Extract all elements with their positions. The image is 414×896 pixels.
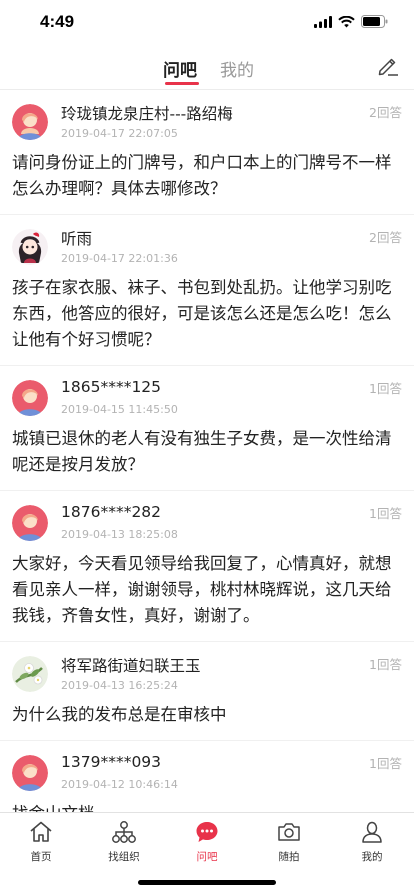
question-text[interactable]: 请问身份证上的门牌号，和户口本上的门牌号不一样怎么办理啊？具体去哪修改？ [12,150,402,202]
question-item[interactable]: 将军路街道妇联王玉 2019-04-13 16:25:24 1回答 为什么我的发… [0,642,414,741]
question-text[interactable]: 大家好，今天看见领导给我回复了，心情真好，就想看见亲人一样，谢谢领导，桃村林晓辉… [12,551,402,629]
author-name: 1379****093 [61,753,162,771]
post-time: 2019-04-13 16:25:24 [61,679,178,692]
status-bar: 4:49 [0,0,414,44]
nav-qa-label: 问吧 [196,851,218,863]
author-name: 1876****282 [61,503,162,521]
question-text[interactable]: 为什么我的发布总是在审核中 [12,702,402,728]
author-name: 玲珑镇龙泉庄村---路绍梅 [61,105,233,123]
question-item[interactable]: 1876****282 2019-04-13 18:25:08 1回答 大家好，… [0,491,414,642]
post-time: 2019-04-12 10:46:14 [61,778,178,791]
question-item[interactable]: 1865****125 2019-04-15 11:45:50 1回答 城镇已退… [0,366,414,491]
nav-home-label: 首页 [30,851,52,863]
answer-count: 1回答 [369,657,402,672]
status-time: 4:49 [40,12,75,31]
home-icon [30,821,52,842]
question-text[interactable]: 找金山文档 [12,801,402,812]
edit-icon[interactable] [376,54,400,78]
nav-qa[interactable]: 问吧 [172,819,242,864]
post-time: 2019-04-17 22:07:05 [61,127,178,140]
flower-avatar[interactable] [12,656,48,692]
woman-avatar[interactable] [12,104,48,140]
nav-org-label: 找组织 [108,851,140,863]
woman-avatar[interactable] [12,505,48,541]
question-item[interactable]: 1379****093 2019-04-12 10:46:14 1回答 找金山文… [0,741,414,812]
home-indicator [138,880,276,885]
post-time: 2019-04-15 11:45:50 [61,403,178,416]
question-feed[interactable]: 玲珑镇龙泉庄村---路绍梅 2019-04-17 22:07:05 2回答 请问… [0,90,414,812]
tab-mine[interactable]: 我的 [220,56,254,81]
nav-org[interactable]: 找组织 [89,819,159,864]
author-name: 听雨 [61,230,93,248]
user-icon [362,821,382,843]
camera-icon [278,823,300,841]
org-icon [112,821,136,843]
answer-count: 2回答 [369,105,402,120]
question-item[interactable]: 玲珑镇龙泉庄村---路绍梅 2019-04-17 22:07:05 2回答 请问… [0,90,414,215]
nav-mine[interactable]: 我的 [337,819,407,864]
signal-icon [314,15,332,28]
post-time: 2019-04-17 22:01:36 [61,252,178,265]
answer-count: 1回答 [369,506,402,521]
wifi-icon [338,15,355,27]
author-name: 将军路街道妇联王玉 [61,657,201,675]
girl-avatar[interactable] [12,229,48,265]
answer-count: 1回答 [369,381,402,396]
author-name: 1865****125 [61,378,162,396]
nav-camera[interactable]: 随拍 [254,819,324,864]
status-icons [314,15,388,28]
question-text[interactable]: 城镇已退休的老人有没有独生子女费，是一次性给清呢还是按月发放？ [12,426,402,478]
top-nav: 问吧 我的 [0,44,414,90]
nav-home[interactable]: 首页 [6,819,76,864]
answer-count: 2回答 [369,230,402,245]
question-text[interactable]: 孩子在家衣服、袜子、书包到处乱扔。让他学习别吃东西，他答应的很好，可是该怎么还是… [12,275,402,353]
battery-icon [361,15,388,28]
woman-avatar[interactable] [12,755,48,791]
tab-qa[interactable]: 问吧 [163,56,197,81]
question-item[interactable]: 听雨 2019-04-17 22:01:36 2回答 孩子在家衣服、袜子、书包到… [0,215,414,366]
woman-avatar[interactable] [12,380,48,416]
answer-count: 1回答 [369,756,402,771]
nav-mine-label: 我的 [361,851,383,863]
post-time: 2019-04-13 18:25:08 [61,528,178,541]
chat-icon [196,822,218,842]
nav-camera-label: 随拍 [278,851,300,863]
active-tab-indicator [165,82,199,85]
